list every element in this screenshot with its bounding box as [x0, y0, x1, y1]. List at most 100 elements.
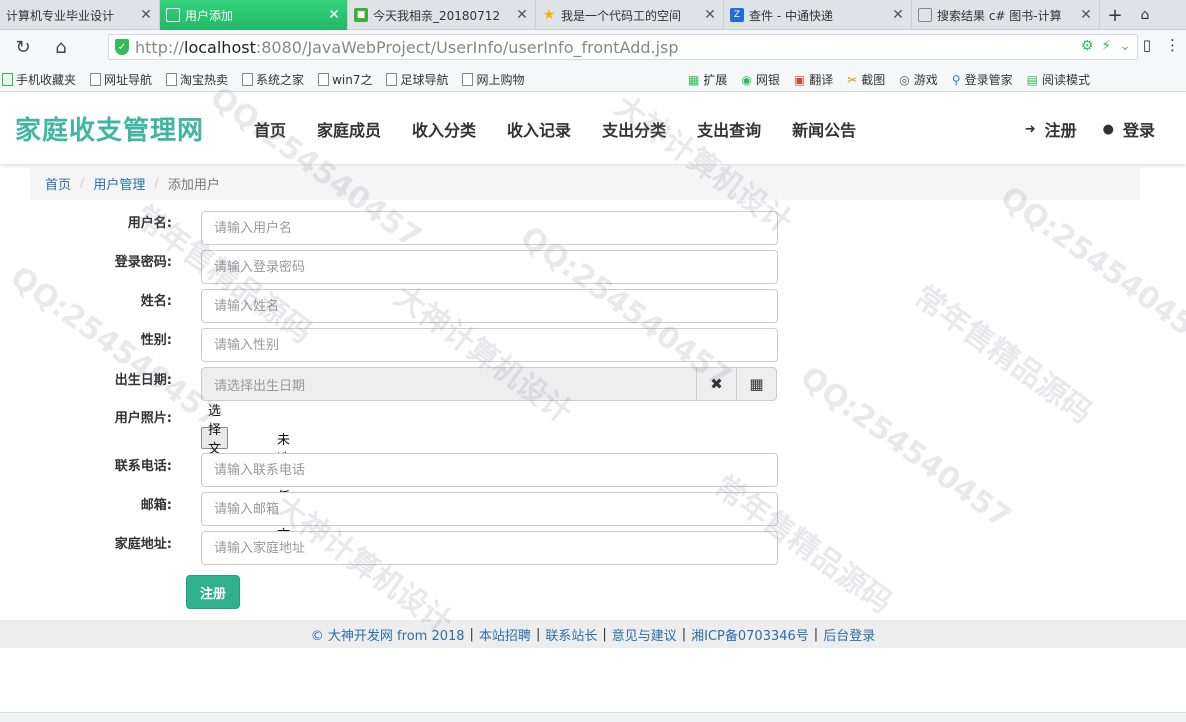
reading-mode-button[interactable]: ▤ 阅读模式: [1027, 71, 1090, 88]
bookmark-item[interactable]: 网址导航: [90, 71, 152, 88]
login-manager-button[interactable]: ⚲ 登录管家: [952, 71, 1013, 88]
tab-menu-icon[interactable]: ⌂: [1130, 0, 1160, 30]
username-input[interactable]: [201, 211, 778, 245]
menu-item-news[interactable]: 新闻公告: [792, 117, 856, 141]
secure-shield-icon: ✓: [115, 39, 129, 55]
url-scheme: http://: [135, 37, 185, 57]
more-icon[interactable]: ⋮: [1165, 36, 1180, 54]
bookmark-label: 淘宝热卖: [180, 73, 229, 87]
url-path: :8080/JavaWebProject/UserInfo/userInfo_f…: [255, 37, 679, 57]
speed-mode-icon[interactable]: ⚙: [1081, 38, 1094, 54]
footer-separator: |: [813, 626, 819, 642]
tab-title: 查件 - 中通快递: [749, 8, 833, 23]
address-bar: ↻ ⌂ ✓ http://localhost:8080/JavaWebProje…: [0, 30, 1186, 64]
email-input[interactable]: [201, 492, 778, 526]
address-label: 家庭地址:: [114, 537, 172, 552]
bookmark-label: 系统之家: [256, 73, 305, 87]
login-link[interactable]: ● 登录: [1103, 117, 1155, 141]
footer-link-icp[interactable]: 湘ICP备0703346号: [691, 625, 809, 644]
site-brand[interactable]: 家庭收支管理网: [15, 110, 204, 147]
menu-item-income-category[interactable]: 收入分类: [412, 117, 476, 141]
browser-tab[interactable]: 计算机专业毕业设计 ✕: [0, 0, 160, 30]
breadcrumb-home[interactable]: 首页: [45, 174, 71, 193]
footer-link-contact[interactable]: 联系站长: [545, 625, 597, 644]
browser-tab[interactable]: ★ 我是一个代码工的空间 ✕: [536, 0, 724, 30]
bookmark-label: 阅读模式: [1041, 73, 1090, 87]
bookmark-item[interactable]: win7之: [318, 71, 372, 88]
page-icon: [90, 73, 102, 86]
bookmark-label: 翻译: [809, 73, 834, 87]
footer-link-feedback[interactable]: 意见与建议: [612, 625, 677, 644]
close-tab-icon[interactable]: ✕: [1079, 7, 1093, 23]
user-icon: ●: [1102, 121, 1114, 137]
tablet-icon[interactable]: ▯: [1143, 36, 1151, 54]
username-label: 用户名:: [127, 216, 172, 231]
bookmark-label: 截图: [861, 73, 886, 87]
menu-item-expense-query[interactable]: 支出查询: [697, 117, 761, 141]
tab-title: 我是一个代码工的空间: [561, 8, 682, 23]
browser-tab[interactable]: 搜索结果 c# 图书-计算 ✕: [912, 0, 1100, 30]
close-tab-icon[interactable]: ✕: [139, 7, 153, 23]
browser-tab[interactable]: Z 查件 - 中通快递 ✕: [724, 0, 912, 30]
lightning-icon[interactable]: ⚡: [1101, 38, 1111, 54]
bookmark-label: 登录管家: [964, 73, 1013, 87]
email-label: 邮箱:: [140, 498, 172, 513]
bookmark-label: 网址导航: [104, 73, 153, 87]
register-link[interactable]: ➜ 注册: [1025, 117, 1077, 141]
home-icon[interactable]: ⌂: [46, 32, 76, 62]
close-tab-icon[interactable]: ✕: [327, 7, 341, 23]
url-host: localhost: [184, 37, 256, 57]
games-button[interactable]: ◎ 游戏: [899, 71, 938, 88]
calendar-icon[interactable]: ▦: [737, 367, 777, 401]
bookmark-item[interactable]: 足球导航: [386, 71, 448, 88]
password-input[interactable]: [201, 250, 778, 284]
footer-link-jobs[interactable]: 本站招聘: [479, 625, 531, 644]
close-tab-icon[interactable]: ✕: [703, 7, 717, 23]
menu-item-income-records[interactable]: 收入记录: [507, 117, 571, 141]
clear-date-icon[interactable]: ✖: [697, 367, 737, 401]
phone-input[interactable]: [201, 453, 778, 487]
name-input[interactable]: [201, 289, 778, 323]
browser-tab[interactable]: ■ 今天我相亲_20180712 ✕: [348, 0, 536, 30]
tab-title: 计算机专业毕业设计: [6, 8, 115, 23]
watermark: QQ:254540457: [793, 359, 1018, 536]
new-tab-button[interactable]: +: [1100, 0, 1130, 30]
bookmark-item[interactable]: 网上购物: [462, 71, 524, 88]
close-tab-icon[interactable]: ✕: [515, 7, 529, 23]
menu-item-expense-category[interactable]: 支出分类: [602, 117, 666, 141]
register-submit-button[interactable]: 注册: [186, 575, 240, 609]
menu-item-family-members[interactable]: 家庭成员: [317, 117, 381, 141]
zto-icon: Z: [730, 8, 744, 22]
menu-item-home[interactable]: 首页: [254, 117, 286, 141]
bookmark-item[interactable]: 淘宝热卖: [166, 71, 228, 88]
watermark: 常年售精品源码: [907, 278, 1099, 431]
close-tab-icon[interactable]: ✕: [891, 7, 905, 23]
star-icon: ★: [542, 7, 556, 23]
bank-button[interactable]: ◉ 网银: [741, 71, 780, 88]
translate-button[interactable]: ▣ 翻译: [794, 71, 833, 88]
tab-title: 用户添加: [185, 8, 234, 23]
reload-icon[interactable]: ↻: [8, 32, 38, 62]
bookmark-item[interactable]: 手机收藏夹: [2, 71, 76, 88]
birthday-input[interactable]: 请选择出生日期: [201, 367, 697, 401]
choose-file-button[interactable]: 选择文件: [201, 404, 229, 476]
breadcrumb-user-management[interactable]: 用户管理: [93, 174, 145, 193]
address-input[interactable]: [201, 531, 778, 565]
footer-link-admin[interactable]: 后台登录: [823, 625, 875, 644]
extensions-icon: ▦: [688, 72, 700, 87]
bookmark-label: 游戏: [913, 73, 938, 87]
bookmark-label: win7之: [332, 73, 373, 87]
url-input[interactable]: ✓ http://localhost:8080/JavaWebProject/U…: [108, 34, 1138, 60]
chevron-down-icon[interactable]: ⌄: [1119, 38, 1131, 54]
page-icon: [318, 73, 330, 86]
browser-tab-active[interactable]: 用户添加 ✕: [160, 0, 348, 30]
screenshot-button[interactable]: ✂ 截图: [847, 71, 885, 88]
bookmark-item[interactable]: 系统之家: [242, 71, 304, 88]
birthday-picker: 请选择出生日期 ✖ ▦: [201, 367, 777, 401]
bookmark-label: 网银: [755, 73, 780, 87]
page-icon: [386, 73, 398, 86]
extensions-button[interactable]: ▦ 扩展: [688, 71, 727, 88]
user-nav: ➜ 注册 ● 登录: [999, 117, 1155, 141]
bookmark-label: 网上购物: [476, 73, 525, 87]
gender-input[interactable]: [201, 328, 778, 362]
